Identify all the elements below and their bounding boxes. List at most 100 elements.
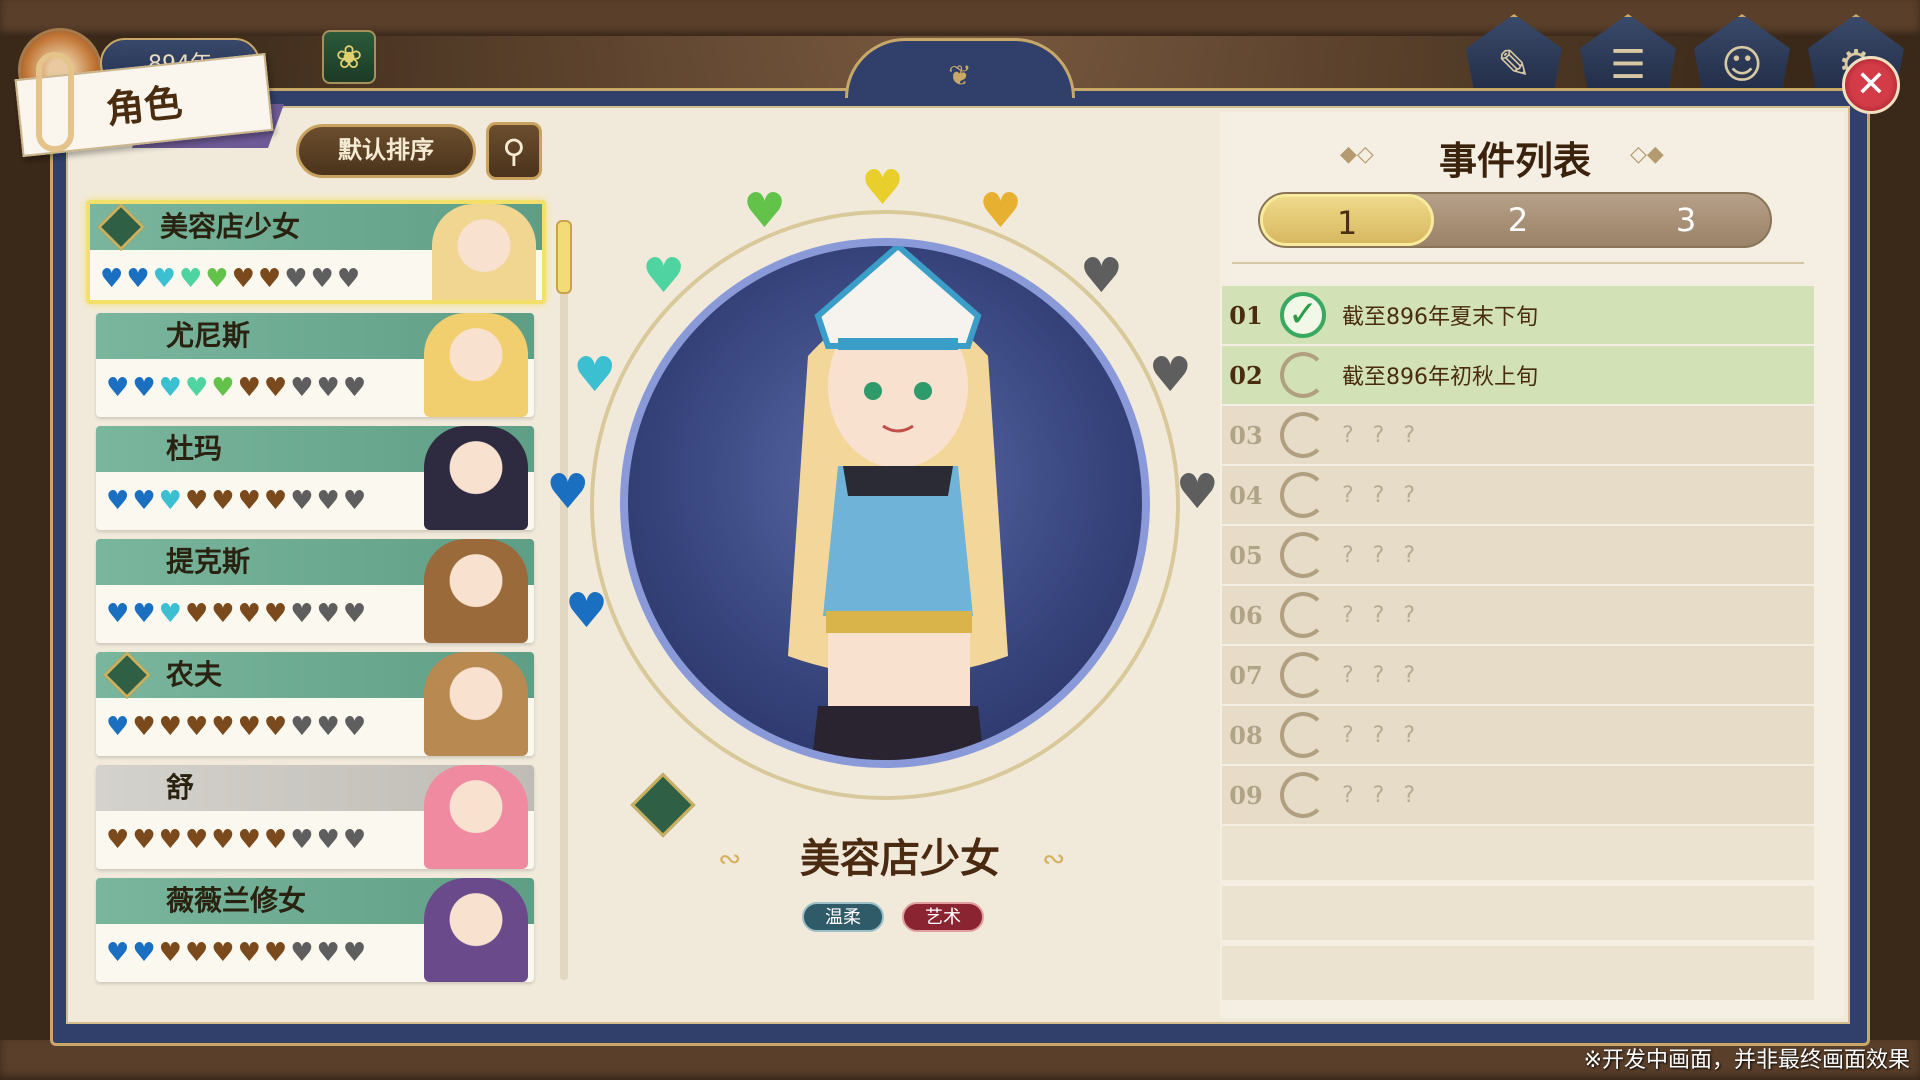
heart-icon: ♥ [342, 712, 367, 742]
event-row[interactable]: 04 ? ? ? [1222, 466, 1814, 524]
character-portrait-thumb [424, 878, 528, 982]
heart-icon: ♥ [237, 599, 261, 629]
event-row[interactable]: 03 ? ? ? [1222, 406, 1814, 464]
heart-icon: ♥ [158, 825, 182, 855]
search-icon[interactable]: ⚲ [486, 122, 542, 180]
character-portrait-thumb [424, 765, 528, 869]
heart-icon: ♥ [158, 486, 182, 516]
event-description: 截至896年夏末下旬 [1342, 305, 1538, 330]
event-description: ? ? ? [1342, 542, 1422, 568]
heart-icon: ♥ [132, 599, 156, 629]
heart-icon: ♥ [342, 938, 367, 968]
heart-icon: ♥ [290, 486, 314, 516]
event-description: ? ? ? [1342, 482, 1422, 508]
heart-icon: ♥ [132, 712, 156, 742]
character-card[interactable]: 舒 ♥ ♥ ♥ ♥ ♥ ♥ ♥ ♥ ♥ ♥ [96, 765, 534, 869]
affection-hearts: ♥ ♥ ♥ ♥ ♥ ♥ ♥ ♥ ♥ ♥ [106, 599, 366, 629]
trait-tag: 温柔 [802, 902, 884, 932]
heart-icon: ♥ [979, 182, 1023, 239]
heart-icon: ♥ [158, 373, 182, 403]
heart-icon: ♥ [342, 599, 367, 629]
heart-icon: ♥ [861, 160, 905, 216]
character-card[interactable]: 农夫 ♥ ♥ ♥ ♥ ♥ ♥ ♥ ♥ ♥ ♥ [96, 652, 534, 756]
progress-ring-icon [1280, 772, 1326, 818]
heart-icon: ♥ [237, 373, 261, 403]
tab-page-2[interactable]: 2 [1434, 194, 1602, 246]
scroll-thumb[interactable] [556, 220, 572, 294]
heart-icon: ♥ [106, 825, 130, 855]
heart-icon: ♥ [342, 825, 367, 855]
heart-icon: ♥ [316, 599, 340, 629]
heart-icon: ♥ [211, 486, 235, 516]
empty-row [1222, 946, 1814, 1000]
heart-icon: ♥ [211, 825, 235, 855]
progress-ring-icon [1280, 532, 1326, 578]
tree-icon[interactable]: ❀ [322, 30, 376, 84]
sort-button[interactable]: 默认排序 [296, 124, 476, 178]
heart-icon: ♥ [106, 712, 130, 742]
event-description: 截至896年初秋上旬 [1342, 365, 1538, 390]
event-number: 06 [1229, 600, 1263, 630]
heart-icon: ♥ [132, 373, 156, 403]
character-card[interactable]: 提克斯 ♥ ♥ ♥ ♥ ♥ ♥ ♥ ♥ ♥ ♥ [96, 539, 534, 643]
event-description: ? ? ? [1342, 782, 1422, 808]
character-portrait-thumb [424, 313, 528, 417]
heart-icon: ♥ [290, 712, 314, 742]
event-row[interactable]: 09 ? ? ? [1222, 766, 1814, 824]
heart-icon: ♥ [100, 264, 124, 294]
progress-ring-icon [1280, 352, 1326, 398]
character-portrait [620, 238, 1150, 768]
heart-icon: ♥ [263, 712, 288, 742]
progress-ring-icon [1280, 652, 1326, 698]
heart-icon: ♥ [310, 264, 334, 294]
paperclip-icon [36, 52, 74, 152]
heart-icon: ♥ [184, 712, 209, 742]
event-row[interactable]: 02 截至896年初秋上旬 [1222, 346, 1814, 404]
heart-icon: ♥ [126, 264, 150, 294]
event-row[interactable]: 05 ? ? ? [1222, 526, 1814, 584]
heart-icon: ♥ [106, 599, 130, 629]
affection-hearts: ♥ ♥ ♥ ♥ ♥ ♥ ♥ ♥ ♥ ♥ [106, 373, 366, 403]
heart-icon: ♥ [237, 712, 261, 742]
heart-icon: ♥ [211, 373, 235, 403]
title-deco-right-icon: ◇◆ [1630, 142, 1664, 167]
character-illustration [788, 246, 1008, 760]
heart-icon: ♥ [211, 938, 235, 968]
close-button[interactable]: ✕ [1842, 56, 1900, 114]
affection-hearts: ♥ ♥ ♥ ♥ ♥ ♥ ♥ ♥ ♥ ♥ [100, 264, 360, 294]
event-row[interactable]: 01 ✓ 截至896年夏末下旬 [1222, 286, 1814, 344]
event-number: 04 [1229, 480, 1263, 510]
tab-page-1[interactable]: 1 [1260, 194, 1434, 246]
heart-icon: ♥ [132, 938, 156, 968]
event-number: 05 [1229, 540, 1263, 570]
events-title: 事件列表 [1438, 138, 1591, 183]
heart-icon: ♥ [290, 599, 314, 629]
heart-icon: ♥ [573, 346, 617, 403]
heart-icon: ♥ [263, 938, 288, 968]
character-card[interactable]: 尤尼斯 ♥ ♥ ♥ ♥ ♥ ♥ ♥ ♥ ♥ ♥ [96, 313, 534, 417]
heart-icon: ♥ [184, 825, 209, 855]
heart-icon: ♥ [284, 264, 308, 294]
event-row[interactable]: 06 ? ? ? [1222, 586, 1814, 644]
heart-icon: ♥ [184, 599, 209, 629]
heart-icon: ♥ [237, 938, 261, 968]
heart-icon: ♥ [231, 264, 255, 294]
heart-icon: ♥ [158, 712, 182, 742]
character-card[interactable]: 美容店少女 ♥ ♥ ♥ ♥ ♥ ♥ ♥ ♥ ♥ ♥ [86, 200, 546, 304]
title-deco-left-icon: ◆◇ [1340, 142, 1374, 167]
progress-ring-icon [1280, 712, 1326, 758]
event-row[interactable]: 08 ? ? ? [1222, 706, 1814, 764]
event-number: 03 [1229, 420, 1263, 450]
character-card[interactable]: 杜玛 ♥ ♥ ♥ ♥ ♥ ♥ ♥ ♥ ♥ ♥ [96, 426, 534, 530]
character-card[interactable]: 薇薇兰修女 ♥ ♥ ♥ ♥ ♥ ♥ ♥ ♥ ♥ ♥ [96, 878, 534, 982]
event-description: ? ? ? [1342, 422, 1422, 448]
progress-ring-icon [1280, 592, 1326, 638]
heart-icon: ♥ [1079, 248, 1123, 305]
heart-icon: ♥ [642, 248, 686, 305]
character-name: 尤尼斯 [166, 319, 251, 352]
heart-icon: ♥ [211, 599, 235, 629]
heart-icon: ♥ [263, 373, 288, 403]
tab-page-3[interactable]: 3 [1602, 194, 1770, 246]
character-portrait-thumb [432, 204, 536, 300]
event-row[interactable]: 07 ? ? ? [1222, 646, 1814, 704]
